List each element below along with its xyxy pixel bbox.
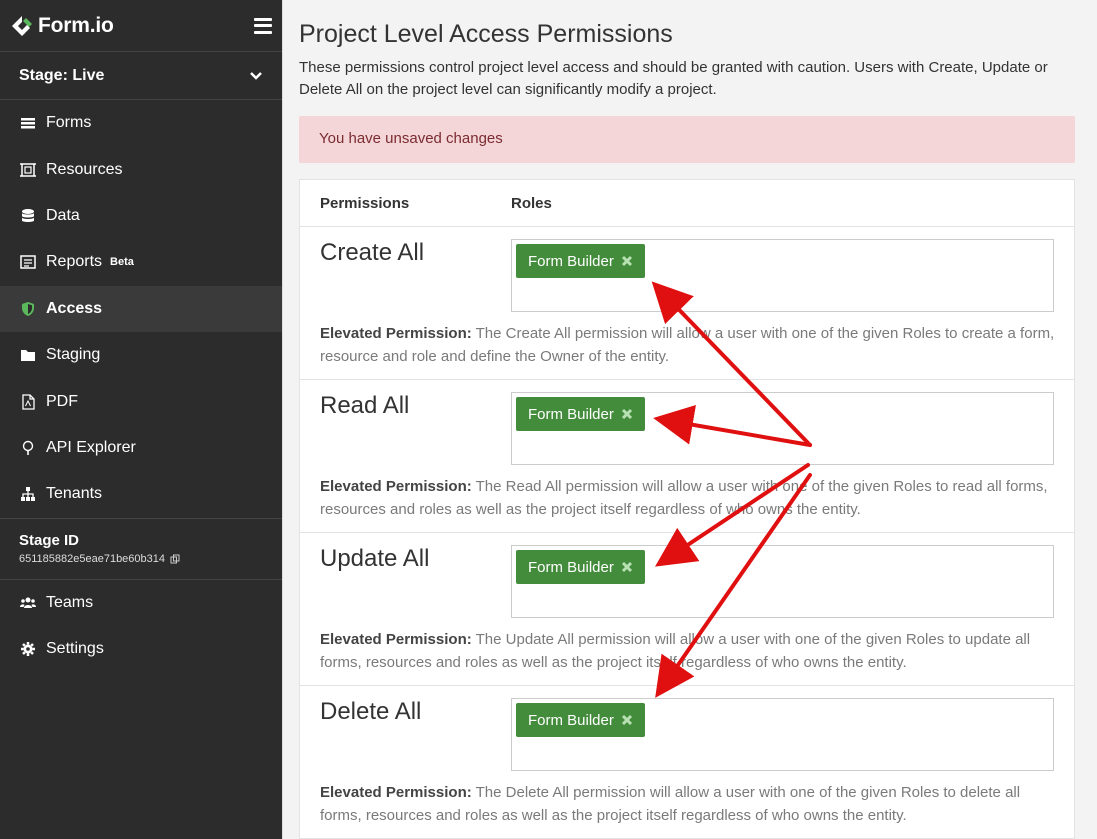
roles-select-create-all[interactable]: Form Builder [511, 239, 1054, 312]
role-tag[interactable]: Form Builder [516, 244, 645, 278]
permission-name: Update All [320, 545, 430, 572]
sidebar-item-label: Teams [46, 593, 94, 611]
sidebar-item-label: API Explorer [46, 438, 136, 456]
elevated-label: Elevated Permission: [320, 478, 472, 495]
sidebar-item-label: Settings [46, 640, 104, 658]
sidebar-item-label: Access [46, 299, 103, 317]
roles-select-update-all[interactable]: Form Builder [511, 545, 1054, 618]
brand-header: Form.io [0, 0, 282, 52]
users-icon [19, 594, 37, 612]
sidebar-item-resources[interactable]: Resources [0, 146, 282, 192]
sidebar-item-teams[interactable]: Teams [0, 580, 282, 626]
unsaved-changes-alert: You have unsaved changes [299, 116, 1075, 163]
sidebar-item-reports[interactable]: Reports Beta [0, 239, 282, 285]
permission-description: Elevated Permission: The Read All permis… [320, 476, 1060, 521]
gear-icon [19, 640, 37, 658]
page-title: Project Level Access Permissions [299, 20, 673, 48]
pdf-icon [19, 393, 37, 411]
sidebar-item-data[interactable]: Data [0, 193, 282, 239]
sidebar-item-label: Tenants [46, 485, 103, 503]
reports-icon [19, 253, 37, 271]
sidebar-item-access[interactable]: Access [0, 285, 282, 332]
page-description: These permissions control project level … [299, 59, 1048, 98]
sidebar-item-label: PDF [46, 392, 78, 410]
sidebar-item-staging[interactable]: Staging [0, 332, 282, 378]
forms-icon [19, 114, 37, 132]
role-tag-label: Form Builder [528, 405, 614, 423]
remove-role-icon[interactable] [621, 255, 633, 267]
stage-id-label: Stage ID [19, 531, 80, 549]
shield-icon [19, 300, 37, 318]
chevron-down-icon [250, 71, 262, 80]
permission-description: Elevated Permission: The Update All perm… [320, 629, 1060, 674]
sidebar-item-label: Forms [46, 114, 92, 132]
remove-role-icon[interactable] [621, 561, 633, 573]
permission-row-delete-all: Delete All Form Builder Elevated Permiss… [300, 686, 1074, 839]
copy-icon[interactable] [170, 554, 180, 564]
sidebar: Form.io Stage: Live Forms Resources Data… [0, 0, 282, 839]
beta-badge: Beta [110, 256, 134, 269]
column-header-roles: Roles [511, 195, 552, 212]
stage-id-panel: Stage ID 651185882e5eae71be60b314 [0, 517, 282, 580]
roles-select-delete-all[interactable]: Form Builder [511, 698, 1054, 771]
resources-icon [19, 161, 37, 179]
sidebar-nav: Forms Resources Data Reports Beta Access… [0, 100, 282, 518]
elevated-label: Elevated Permission: [320, 631, 472, 648]
roles-select-read-all[interactable]: Form Builder [511, 392, 1054, 465]
sidebar-item-label: Resources [46, 160, 123, 178]
database-icon [19, 207, 37, 225]
permissions-table: Permissions Roles Create All Form Builde… [299, 179, 1075, 839]
sidebar-item-pdf[interactable]: PDF [0, 378, 282, 424]
elevated-label: Elevated Permission: [320, 325, 472, 342]
permission-row-read-all: Read All Form Builder Elevated Permissio… [300, 380, 1074, 533]
sidebar-item-api-explorer[interactable]: API Explorer [0, 425, 282, 471]
lightbulb-icon [19, 439, 37, 457]
sitemap-icon [19, 485, 37, 503]
remove-role-icon[interactable] [621, 714, 633, 726]
permission-name: Read All [320, 392, 410, 419]
stage-id-value: 651185882e5eae71be60b314 [19, 553, 263, 565]
sidebar-item-tenants[interactable]: Tenants [0, 471, 282, 517]
main-content: Project Level Access Permissions These p… [282, 0, 1097, 839]
role-tag[interactable]: Form Builder [516, 550, 645, 584]
role-tag[interactable]: Form Builder [516, 703, 645, 737]
sidebar-item-label: Staging [46, 346, 101, 364]
brand-name: Form.io [38, 13, 114, 37]
stage-label: Stage: Live [19, 66, 105, 84]
sidebar-bottom-nav: Teams Settings [0, 580, 282, 673]
permission-name: Delete All [320, 698, 422, 725]
role-tag-label: Form Builder [528, 558, 614, 576]
elevated-label: Elevated Permission: [320, 784, 472, 801]
permission-description: Elevated Permission: The Delete All perm… [320, 782, 1060, 827]
remove-role-icon[interactable] [621, 408, 633, 420]
table-header: Permissions Roles [300, 180, 1074, 227]
role-tag[interactable]: Form Builder [516, 397, 645, 431]
sidebar-item-forms[interactable]: Forms [0, 100, 282, 146]
permission-row-update-all: Update All Form Builder Elevated Permiss… [300, 533, 1074, 686]
hamburger-menu-icon[interactable] [254, 17, 272, 34]
stage-id-text: 651185882e5eae71be60b314 [19, 552, 166, 565]
permission-name: Create All [320, 239, 425, 266]
stage-selector[interactable]: Stage: Live [0, 52, 282, 100]
permission-row-create-all: Create All Form Builder Elevated Permiss… [300, 227, 1074, 380]
column-header-permissions: Permissions [320, 195, 410, 212]
role-tag-label: Form Builder [528, 252, 614, 270]
sidebar-item-settings[interactable]: Settings [0, 626, 282, 672]
sidebar-item-label: Data [46, 206, 80, 224]
permission-description: Elevated Permission: The Create All perm… [320, 323, 1060, 368]
sidebar-item-label: Reports [46, 253, 103, 271]
folder-icon [19, 346, 37, 364]
role-tag-label: Form Builder [528, 711, 614, 729]
formio-logo-icon [12, 15, 32, 36]
